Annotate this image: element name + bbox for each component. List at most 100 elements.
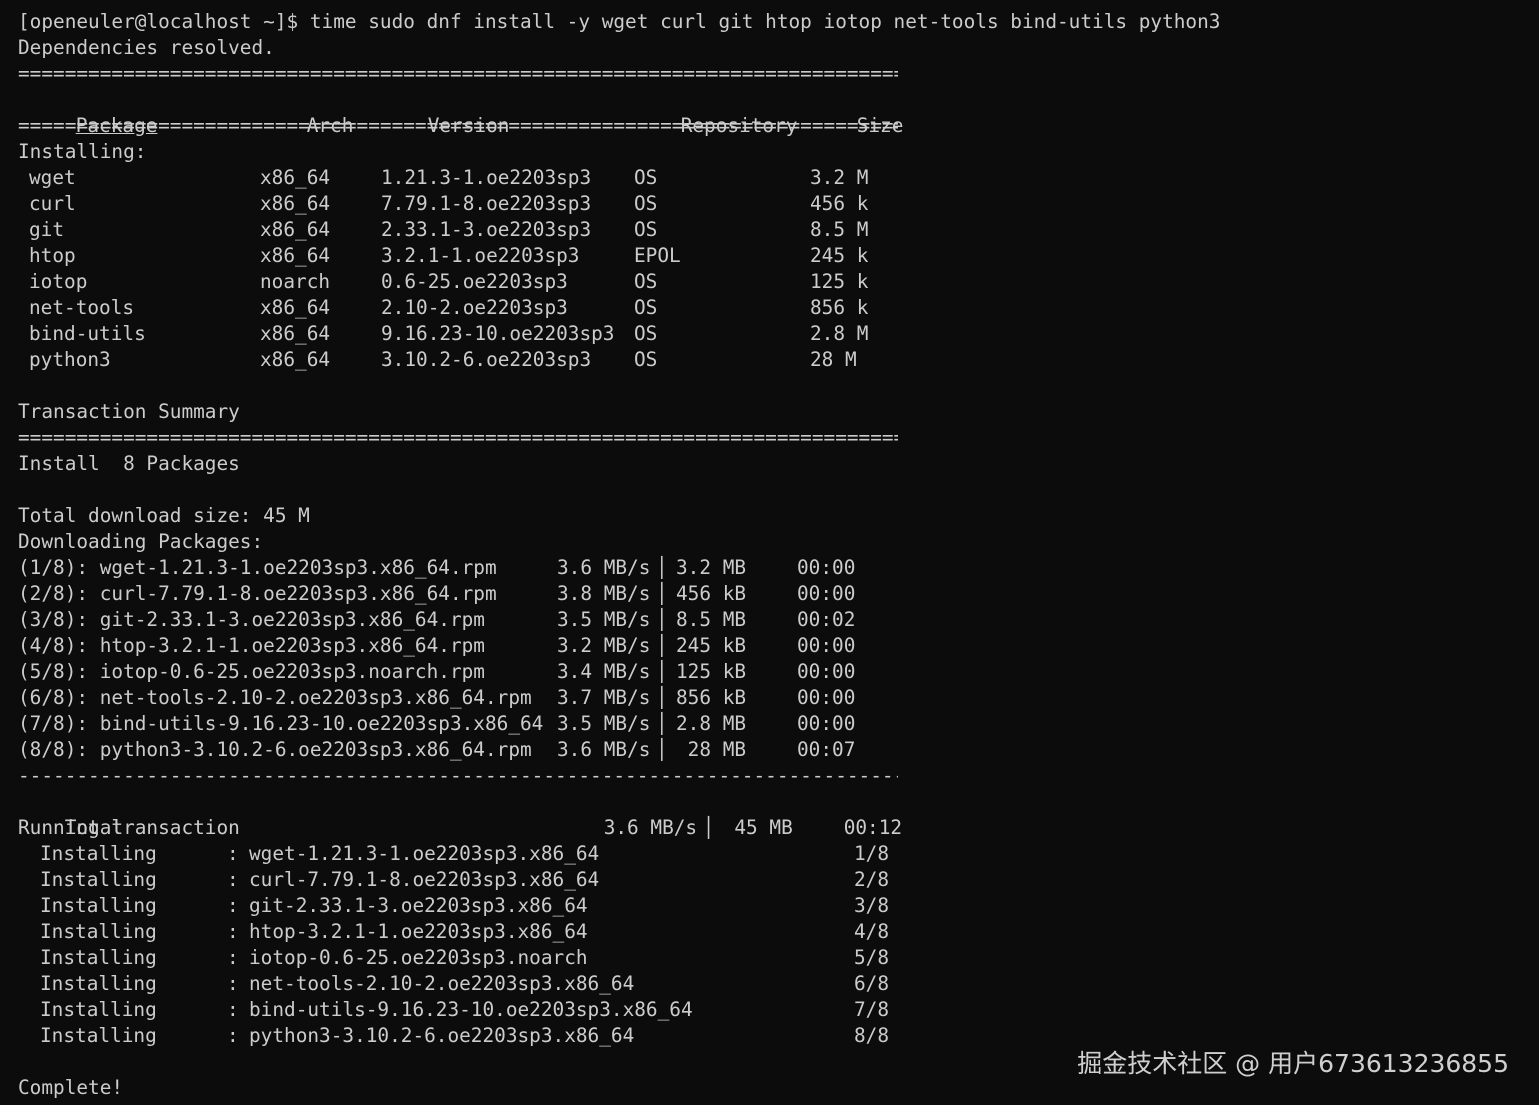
download-speed: 3.6 MB/s: [557, 556, 651, 579]
download-time: 00:00: [797, 582, 856, 605]
install-summary: Install 8 Packages: [18, 452, 240, 475]
package-size: 8.5 M: [810, 218, 869, 241]
install-step-row: Installing: curl-7.79.1-8.oe2203sp3.x86_6…: [18, 867, 1539, 893]
package-name: htop: [29, 244, 76, 267]
package-size: 28 M: [810, 348, 857, 371]
package-size: 456 k: [810, 192, 869, 215]
download-speed: 3.4 MB/s: [557, 660, 651, 683]
download-time: 00:00: [797, 660, 856, 683]
terminal-window[interactable]: [openeuler@localhost ~]$ time sudo dnf i…: [0, 0, 1539, 1105]
package-arch: x86_64: [260, 218, 331, 241]
column-divider: │: [656, 738, 668, 761]
separator: ========================================…: [18, 114, 898, 137]
step-package: bind-utils-9.16.23-10.oe2203sp3.x86_64: [249, 998, 693, 1021]
install-step-row: Installing: bind-utils-9.16.23-10.oe2203s…: [18, 997, 1539, 1023]
package-name: git: [29, 218, 65, 241]
step-colon: :: [227, 946, 239, 969]
column-divider: │: [656, 582, 668, 605]
step-progress: 7/8: [854, 998, 890, 1021]
download-file: (2/8): curl-7.79.1-8.oe2203sp3.x86_64.rp…: [18, 582, 497, 605]
transaction-summary: Transaction Summary: [18, 400, 240, 423]
package-name: python3: [29, 348, 111, 371]
download-speed: 3.6 MB/s: [557, 738, 651, 761]
download-time: 00:07: [797, 738, 856, 761]
step-package: iotop-0.6-25.oe2203sp3.noarch: [249, 946, 588, 969]
table-row: htop x86_64 3.2.1-1.oe2203sp3 EPOL 245 k: [18, 243, 1539, 269]
total-size: 45 MB: [722, 816, 793, 839]
step-action: Installing: [40, 1024, 157, 1047]
package-version: 3.10.2-6.oe2203sp3: [381, 348, 592, 371]
table-row: wget x86_64 1.21.3-1.oe2203sp3 OS 3.2 M: [18, 165, 1539, 191]
download-size: 456 kB: [676, 582, 747, 605]
package-name: iotop: [29, 270, 88, 293]
package-size: 856 k: [810, 296, 869, 319]
download-file: (5/8): iotop-0.6-25.oe2203sp3.noarch.rpm: [18, 660, 485, 683]
step-package: curl-7.79.1-8.oe2203sp3.x86_64: [249, 868, 600, 891]
download-file: (4/8): htop-3.2.1-1.oe2203sp3.x86_64.rpm: [18, 634, 485, 657]
column-divider: │: [656, 634, 668, 657]
table-row: git x86_64 2.33.1-3.oe2203sp3 OS 8.5 M: [18, 217, 1539, 243]
package-arch: x86_64: [260, 192, 331, 215]
download-time: 00:02: [797, 608, 856, 631]
table-row: iotop noarch 0.6-25.oe2203sp3 OS 125 k: [18, 269, 1539, 295]
package-repository: OS: [634, 270, 658, 293]
step-package: git-2.33.1-3.oe2203sp3.x86_64: [249, 894, 588, 917]
step-progress: 2/8: [854, 868, 890, 891]
column-divider: │: [656, 608, 668, 631]
step-progress: 8/8: [854, 1024, 890, 1047]
table-row: net-tools x86_64 2.10-2.oe2203sp3 OS 856 k: [18, 295, 1539, 321]
download-size: 2.8 MB: [676, 712, 747, 735]
package-arch: x86_64: [260, 322, 331, 345]
install-steps: Installing: wget-1.21.3-1.oe2203sp3.x86_6…: [18, 841, 1539, 1049]
downloading-label: Downloading Packages:: [18, 530, 264, 553]
package-version: 2.33.1-3.oe2203sp3: [381, 218, 592, 241]
install-step-row: Installing: htop-3.2.1-1.oe2203sp3.x86_64…: [18, 919, 1539, 945]
download-time: 00:00: [797, 556, 856, 579]
separator-dashed: ----------------------------------------…: [18, 764, 898, 787]
package-name: bind-utils: [29, 322, 146, 345]
step-progress: 3/8: [854, 894, 890, 917]
package-size: 2.8 M: [810, 322, 869, 345]
package-size: 245 k: [810, 244, 869, 267]
download-size: 28 MB: [676, 738, 747, 761]
install-step-row: Installing: wget-1.21.3-1.oe2203sp3.x86_6…: [18, 841, 1539, 867]
download-row: (8/8): python3-3.10.2-6.oe2203sp3.x86_64…: [18, 737, 1539, 763]
column-divider: │: [656, 686, 668, 709]
download-row: (3/8): git-2.33.1-3.oe2203sp3.x86_64.rpm…: [18, 607, 1539, 633]
download-time: 00:00: [797, 634, 856, 657]
separator: ========================================…: [18, 426, 898, 449]
download-row: (5/8): iotop-0.6-25.oe2203sp3.noarch.rpm…: [18, 659, 1539, 685]
download-time: 00:00: [797, 712, 856, 735]
package-arch: x86_64: [260, 296, 331, 319]
step-action: Installing: [40, 894, 157, 917]
download-speed: 3.7 MB/s: [557, 686, 651, 709]
step-colon: :: [227, 894, 239, 917]
step-colon: :: [227, 972, 239, 995]
step-progress: 6/8: [854, 972, 890, 995]
step-progress: 1/8: [854, 842, 890, 865]
table-header: Package Arch Version Repository Size: [18, 87, 1539, 137]
column-divider: │: [656, 712, 668, 735]
download-file: (1/8): wget-1.21.3-1.oe2203sp3.x86_64.rp…: [18, 556, 497, 579]
download-row: (7/8): bind-utils-9.16.23-10.oe2203sp3.x…: [18, 711, 1539, 737]
total-time: 00:12: [843, 816, 903, 839]
package-version: 1.21.3-1.oe2203sp3: [381, 166, 592, 189]
download-file: (7/8): bind-utils-9.16.23-10.oe2203sp3.x…: [18, 712, 544, 735]
install-step-row: Installing: git-2.33.1-3.oe2203sp3.x86_64…: [18, 893, 1539, 919]
package-repository: OS: [634, 192, 658, 215]
download-time: 00:00: [797, 686, 856, 709]
step-action: Installing: [40, 920, 157, 943]
install-step-row: Installing: python3-3.10.2-6.oe2203sp3.x8…: [18, 1023, 1539, 1049]
download-speed: 3.5 MB/s: [557, 608, 651, 631]
package-arch: x86_64: [260, 166, 331, 189]
package-version: 2.10-2.oe2203sp3: [381, 296, 568, 319]
package-version: 3.2.1-1.oe2203sp3: [381, 244, 580, 267]
download-row: (1/8): wget-1.21.3-1.oe2203sp3.x86_64.rp…: [18, 555, 1539, 581]
total-speed: 3.6 MB/s: [603, 816, 698, 839]
download-size: 856 kB: [676, 686, 747, 709]
download-file: (6/8): net-tools-2.10-2.oe2203sp3.x86_64…: [18, 686, 532, 709]
download-row: (4/8): htop-3.2.1-1.oe2203sp3.x86_64.rpm…: [18, 633, 1539, 659]
step-action: Installing: [40, 868, 157, 891]
watermark: 掘金技术社区 @ 用户673613236855: [1077, 1049, 1509, 1078]
step-colon: :: [227, 842, 239, 865]
